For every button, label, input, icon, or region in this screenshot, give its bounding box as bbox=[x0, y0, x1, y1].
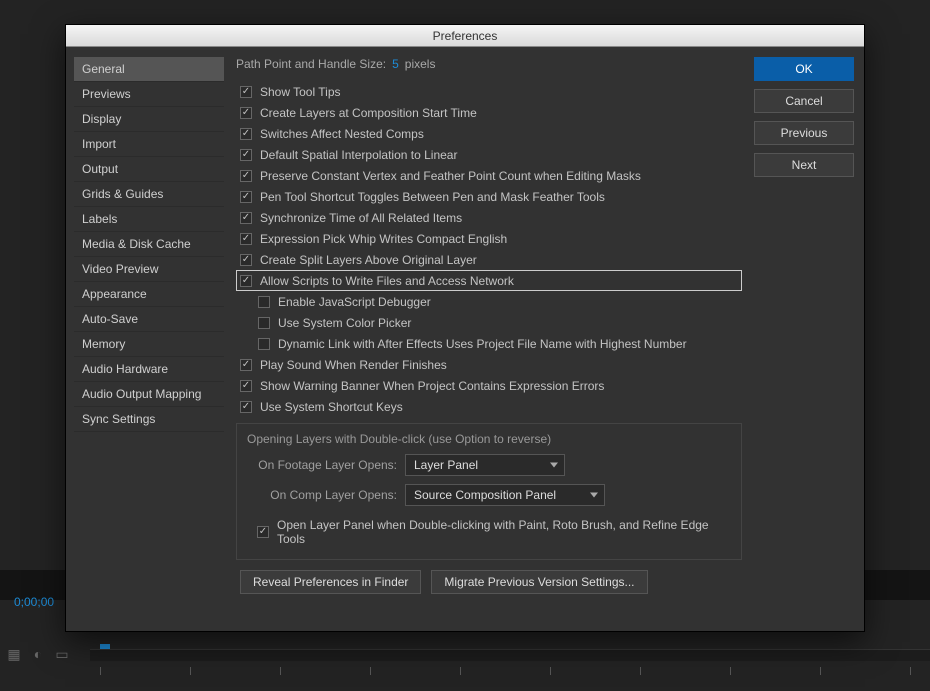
checkbox-row-2[interactable]: Switches Affect Nested Comps bbox=[236, 123, 742, 144]
checkbox-icon bbox=[240, 191, 252, 203]
path-size-label: Path Point and Handle Size: bbox=[236, 57, 386, 71]
checkbox-label: Allow Scripts to Write Files and Access … bbox=[260, 274, 514, 288]
checkbox-row-4[interactable]: Preserve Constant Vertex and Feather Poi… bbox=[236, 165, 742, 186]
timeline-bar[interactable] bbox=[90, 649, 930, 661]
checkbox-label: Use System Color Picker bbox=[278, 316, 411, 330]
checkbox-label: Create Split Layers Above Original Layer bbox=[260, 253, 477, 267]
checkbox-icon bbox=[240, 149, 252, 161]
footage-layer-dropdown[interactable]: Layer Panel bbox=[405, 454, 565, 476]
path-size-value[interactable]: 5 bbox=[392, 57, 399, 71]
preferences-dialog: Preferences GeneralPreviewsDisplayImport… bbox=[65, 24, 865, 632]
checkbox-row-7[interactable]: Expression Pick Whip Writes Compact Engl… bbox=[236, 228, 742, 249]
comp-layer-label: On Comp Layer Opens: bbox=[247, 488, 397, 502]
timeline-icon-2[interactable]: ◐ bbox=[30, 646, 46, 662]
checkbox-label: Show Tool Tips bbox=[260, 85, 341, 99]
checkbox-icon bbox=[240, 233, 252, 245]
checkbox-label: Create Layers at Composition Start Time bbox=[260, 106, 477, 120]
checkbox-row-8[interactable]: Create Split Layers Above Original Layer bbox=[236, 249, 742, 270]
checkbox-row-13[interactable]: Play Sound When Render Finishes bbox=[236, 354, 742, 375]
checkbox-row-11[interactable]: Use System Color Picker bbox=[236, 312, 742, 333]
checkbox-label: Play Sound When Render Finishes bbox=[260, 358, 447, 372]
checkbox-label: Preserve Constant Vertex and Feather Poi… bbox=[260, 169, 641, 183]
checkbox-icon bbox=[240, 86, 252, 98]
dialog-title: Preferences bbox=[433, 29, 498, 43]
checkbox-label: Default Spatial Interpolation to Linear bbox=[260, 148, 457, 162]
checkbox-row-0[interactable]: Show Tool Tips bbox=[236, 81, 742, 102]
checkbox-row-3[interactable]: Default Spatial Interpolation to Linear bbox=[236, 144, 742, 165]
comp-layer-value: Source Composition Panel bbox=[414, 488, 556, 502]
cancel-button[interactable]: Cancel bbox=[754, 89, 854, 113]
checkbox-icon bbox=[240, 170, 252, 182]
checkbox-icon bbox=[240, 107, 252, 119]
checkbox-row-1[interactable]: Create Layers at Composition Start Time bbox=[236, 102, 742, 123]
sidebar-item-video-preview[interactable]: Video Preview bbox=[74, 257, 224, 282]
checkbox-icon bbox=[258, 338, 270, 350]
checkbox-row-6[interactable]: Synchronize Time of All Related Items bbox=[236, 207, 742, 228]
dialog-titlebar: Preferences bbox=[66, 25, 864, 47]
checkbox-row-12[interactable]: Dynamic Link with After Effects Uses Pro… bbox=[236, 333, 742, 354]
sidebar-item-display[interactable]: Display bbox=[74, 107, 224, 132]
checkbox-row-14[interactable]: Show Warning Banner When Project Contain… bbox=[236, 375, 742, 396]
sidebar-item-labels[interactable]: Labels bbox=[74, 207, 224, 232]
checkbox-label: Switches Affect Nested Comps bbox=[260, 127, 424, 141]
chevron-down-icon bbox=[550, 463, 558, 468]
ok-button[interactable]: OK bbox=[754, 57, 854, 81]
checkbox-label: Synchronize Time of All Related Items bbox=[260, 211, 462, 225]
sidebar-item-audio-output-mapping[interactable]: Audio Output Mapping bbox=[74, 382, 224, 407]
checkbox-row-15[interactable]: Use System Shortcut Keys bbox=[236, 396, 742, 417]
open-layer-panel-checkbox-row[interactable]: Open Layer Panel when Double-clicking wi… bbox=[247, 514, 731, 549]
sidebar-item-media-disk-cache[interactable]: Media & Disk Cache bbox=[74, 232, 224, 257]
checkbox-row-9[interactable]: Allow Scripts to Write Files and Access … bbox=[236, 270, 742, 291]
next-button[interactable]: Next bbox=[754, 153, 854, 177]
checkbox-icon bbox=[258, 317, 270, 329]
checkbox-icon bbox=[240, 212, 252, 224]
sidebar-item-import[interactable]: Import bbox=[74, 132, 224, 157]
checkbox-icon bbox=[240, 128, 252, 140]
checkbox-icon bbox=[240, 254, 252, 266]
sidebar-item-sync-settings[interactable]: Sync Settings bbox=[74, 407, 224, 432]
chevron-down-icon bbox=[590, 493, 598, 498]
footage-layer-value: Layer Panel bbox=[414, 458, 478, 472]
checkbox-icon bbox=[240, 359, 252, 371]
sidebar-item-appearance[interactable]: Appearance bbox=[74, 282, 224, 307]
timeline-icon-3[interactable]: ▭ bbox=[54, 646, 70, 662]
comp-layer-dropdown[interactable]: Source Composition Panel bbox=[405, 484, 605, 506]
checkbox-label: Enable JavaScript Debugger bbox=[278, 295, 431, 309]
checkbox-icon bbox=[258, 296, 270, 308]
group-title: Opening Layers with Double-click (use Op… bbox=[247, 432, 731, 446]
sidebar-item-output[interactable]: Output bbox=[74, 157, 224, 182]
checkbox-label: Show Warning Banner When Project Contain… bbox=[260, 379, 604, 393]
checkbox-icon bbox=[240, 380, 252, 392]
timecode[interactable]: 0;00;00 bbox=[14, 595, 54, 609]
sidebar: GeneralPreviewsDisplayImportOutputGrids … bbox=[74, 57, 224, 621]
open-layer-panel-label: Open Layer Panel when Double-clicking wi… bbox=[277, 518, 727, 546]
checkbox-row-5[interactable]: Pen Tool Shortcut Toggles Between Pen an… bbox=[236, 186, 742, 207]
footage-layer-label: On Footage Layer Opens: bbox=[247, 458, 397, 472]
checkbox-label: Expression Pick Whip Writes Compact Engl… bbox=[260, 232, 507, 246]
sidebar-item-general[interactable]: General bbox=[74, 57, 224, 82]
dialog-right-buttons: OK Cancel Previous Next bbox=[754, 57, 854, 621]
checkbox-label: Use System Shortcut Keys bbox=[260, 400, 403, 414]
checkbox-icon bbox=[257, 526, 269, 538]
previous-button[interactable]: Previous bbox=[754, 121, 854, 145]
timeline-icon-1[interactable]: ▦ bbox=[6, 646, 22, 662]
checkbox-label: Pen Tool Shortcut Toggles Between Pen an… bbox=[260, 190, 605, 204]
main-panel: Path Point and Handle Size: 5 pixels Sho… bbox=[232, 57, 746, 621]
checkbox-label: Dynamic Link with After Effects Uses Pro… bbox=[278, 337, 687, 351]
sidebar-item-auto-save[interactable]: Auto-Save bbox=[74, 307, 224, 332]
sidebar-item-memory[interactable]: Memory bbox=[74, 332, 224, 357]
checkbox-icon bbox=[240, 275, 252, 287]
sidebar-item-audio-hardware[interactable]: Audio Hardware bbox=[74, 357, 224, 382]
button-reveal-preferences-in-finder[interactable]: Reveal Preferences in Finder bbox=[240, 570, 421, 594]
checkbox-icon bbox=[240, 401, 252, 413]
path-size-unit: pixels bbox=[405, 57, 436, 71]
double-click-group: Opening Layers with Double-click (use Op… bbox=[236, 423, 742, 560]
button-migrate-previous-version-settings-[interactable]: Migrate Previous Version Settings... bbox=[431, 570, 647, 594]
checkbox-row-10[interactable]: Enable JavaScript Debugger bbox=[236, 291, 742, 312]
sidebar-item-previews[interactable]: Previews bbox=[74, 82, 224, 107]
sidebar-item-grids-guides[interactable]: Grids & Guides bbox=[74, 182, 224, 207]
